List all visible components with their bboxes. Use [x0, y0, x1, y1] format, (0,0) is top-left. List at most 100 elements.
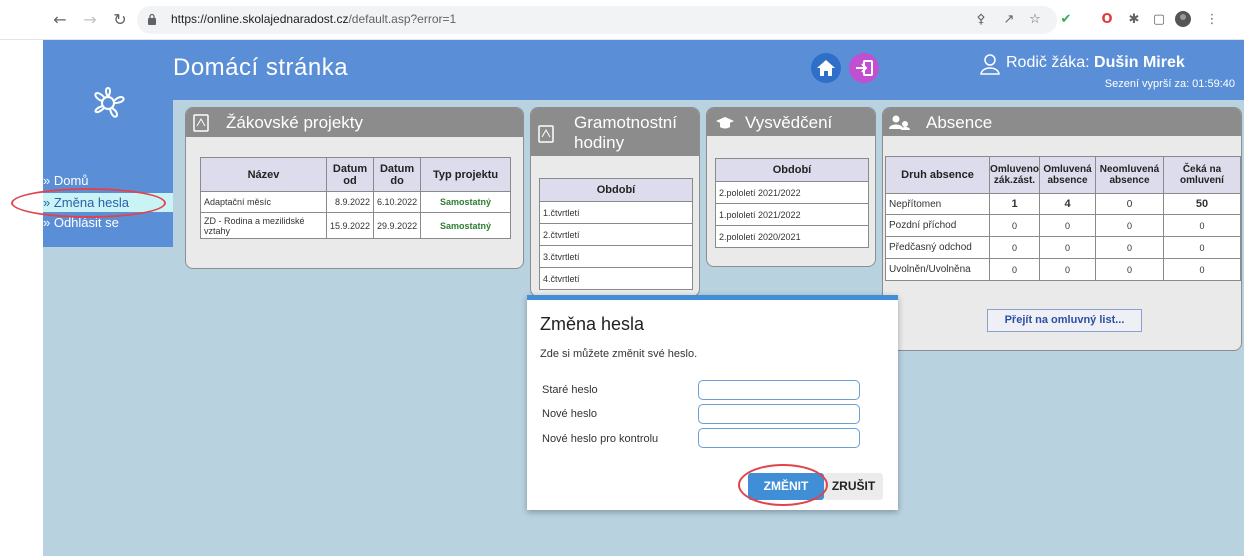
absence-panel-header: Absence — [883, 108, 1241, 136]
literacy-table: Období 1.čtvrtletí 2.čtvrtletí 3.čtvrtle… — [539, 178, 693, 290]
date-from: 8.9.2022 — [325, 191, 375, 213]
col-header: Období — [539, 178, 693, 202]
back-icon[interactable]: ← — [50, 10, 70, 30]
page-title: Domácí stránka — [173, 54, 349, 81]
old-password-input[interactable] — [698, 380, 860, 400]
absence-value: 0 — [989, 258, 1040, 281]
projects-title: Žákovské projekty — [226, 113, 363, 132]
new-password-input[interactable] — [698, 404, 860, 424]
profile-avatar[interactable] — [1174, 11, 1192, 29]
date-to: 6.10.2022 — [373, 191, 422, 213]
absence-type: Nepřítomen — [885, 193, 990, 215]
col-header: Datum od — [325, 157, 375, 192]
old-password-label: Staré heslo — [542, 384, 598, 396]
col-header: Datum do — [373, 157, 422, 192]
home-button[interactable] — [811, 53, 841, 83]
table-row: 4.čtvrtletí — [539, 267, 693, 290]
dialog-title: Změna hesla — [540, 314, 645, 334]
confirm-password-input[interactable] — [698, 428, 860, 448]
absence-value: 50 — [1163, 193, 1241, 215]
new-password-label: Nové heslo — [542, 408, 598, 420]
table-row: ZD - Rodina a mezilidské vztahy 15.9.202… — [200, 212, 511, 239]
lock-icon — [148, 13, 156, 25]
col-header: Omluveno zák.zást. — [989, 156, 1040, 194]
project-name: ZD - Rodina a mezilidské vztahy — [200, 212, 327, 239]
reload-icon[interactable]: ↻ — [110, 10, 130, 30]
table-row: 1.čtvrtletí — [539, 201, 693, 224]
nav-item-change-password[interactable]: » Změna hesla — [43, 193, 173, 212]
pdf-icon — [193, 114, 209, 132]
users-icon — [889, 115, 910, 130]
sidepanel-icon[interactable]: ▢ — [1150, 11, 1168, 29]
projects-panel: Žákovské projekty Název Datum od Datum d… — [185, 107, 524, 269]
col-header: Druh absence — [885, 156, 990, 194]
puzzle-icon[interactable]: ✱ — [1125, 11, 1143, 29]
star-icon[interactable]: ☆ — [1026, 11, 1044, 29]
url-text: https://online.skolajednaradost.cz/defau… — [171, 12, 457, 26]
col-header: Čeká na omluvení — [1163, 156, 1241, 194]
projects-table: Název Datum od Datum do Typ projektu Ada… — [200, 157, 511, 239]
extension-green-icon[interactable]: ✔ — [1057, 11, 1075, 29]
confirm-password-label: Nové heslo pro kontrolu — [542, 433, 659, 445]
session-timer: Sezení vyprší za: 01:59:40 — [1104, 78, 1235, 90]
absence-value: 1 — [989, 193, 1040, 215]
absence-table: Druh absence Omluveno zák.zást. Omluvená… — [885, 156, 1241, 281]
absence-value: 0 — [1095, 214, 1164, 237]
table-row: 3.čtvrtletí — [539, 245, 693, 268]
project-type: Samostatný — [420, 191, 511, 213]
table-row: Nepřítomen 1 4 0 50 — [885, 193, 1241, 215]
period: 2.pololetí 2021/2022 — [715, 181, 869, 204]
project-type: Samostatný — [420, 212, 511, 239]
user-label: Rodič žáka: Dušin Mirek — [1006, 54, 1185, 71]
col-header: Neomluvená absence — [1095, 156, 1164, 194]
absence-value: 0 — [1163, 214, 1241, 237]
period: 2.pololetí 2020/2021 — [715, 225, 869, 248]
absence-value: 0 — [989, 214, 1040, 237]
absence-value: 0 — [1163, 236, 1241, 259]
graduation-cap-icon — [716, 117, 734, 129]
change-button[interactable]: ZMĚNIT — [748, 473, 824, 500]
menu-icon[interactable]: ⋮ — [1203, 11, 1221, 29]
col-header: Název — [200, 157, 327, 192]
period: 1.pololetí 2021/2022 — [715, 203, 869, 226]
logout-button[interactable] — [849, 53, 879, 83]
period: 3.čtvrtletí — [539, 245, 693, 268]
table-row: Uvolněn/Uvolněna 0 0 0 0 — [885, 258, 1241, 281]
period: 1.čtvrtletí — [539, 201, 693, 224]
col-header: Typ projektu — [420, 157, 511, 192]
table-row: Předčasný odchod 0 0 0 0 — [885, 236, 1241, 259]
forward-icon[interactable]: → — [80, 10, 100, 30]
literacy-title: Gramotnostní hodiny — [574, 113, 677, 152]
col-header: Omluvená absence — [1039, 156, 1096, 194]
report-title: Vysvědčení — [745, 113, 833, 132]
absence-value: 4 — [1039, 193, 1096, 215]
absence-value: 0 — [1039, 236, 1096, 259]
absence-value: 0 — [1095, 258, 1164, 281]
date-from: 15.9.2022 — [325, 212, 375, 239]
absence-value: 0 — [1039, 258, 1096, 281]
absence-value: 0 — [1163, 258, 1241, 281]
report-table: Období 2.pololetí 2021/2022 1.pololetí 2… — [715, 158, 869, 248]
share-icon[interactable]: ↗ — [1000, 11, 1018, 29]
col-header: Období — [715, 158, 869, 182]
cancel-button[interactable]: ZRUŠIT — [824, 473, 883, 500]
sign-in-icon — [856, 60, 873, 76]
excuse-sheet-button[interactable]: Přejít na omluvný list... — [987, 309, 1142, 332]
opera-icon[interactable]: O — [1098, 11, 1116, 29]
side-nav: » Domů » Změna hesla » Odhlásit se — [43, 150, 173, 247]
table-row: 2.čtvrtletí — [539, 223, 693, 246]
home-icon — [817, 60, 835, 76]
date-to: 29.9.2022 — [373, 212, 422, 239]
absence-value: 0 — [1095, 193, 1164, 215]
period: 2.čtvrtletí — [539, 223, 693, 246]
absence-value: 0 — [1039, 214, 1096, 237]
nav-item-home[interactable]: » Domů — [43, 171, 173, 190]
key-icon[interactable]: ⚴ — [972, 11, 990, 29]
absence-title: Absence — [926, 113, 993, 132]
absence-type: Předčasný odchod — [885, 236, 990, 259]
absence-type: Pozdní příchod — [885, 214, 990, 237]
change-password-dialog: Změna hesla Zde si můžete změnit své hes… — [527, 295, 898, 510]
literacy-panel: Gramotnostní hodiny Období 1.čtvrtletí 2… — [530, 107, 700, 297]
report-panel: Vysvědčení Období 2.pololetí 2021/2022 1… — [706, 107, 876, 267]
nav-item-logout[interactable]: » Odhlásit se — [43, 213, 173, 232]
